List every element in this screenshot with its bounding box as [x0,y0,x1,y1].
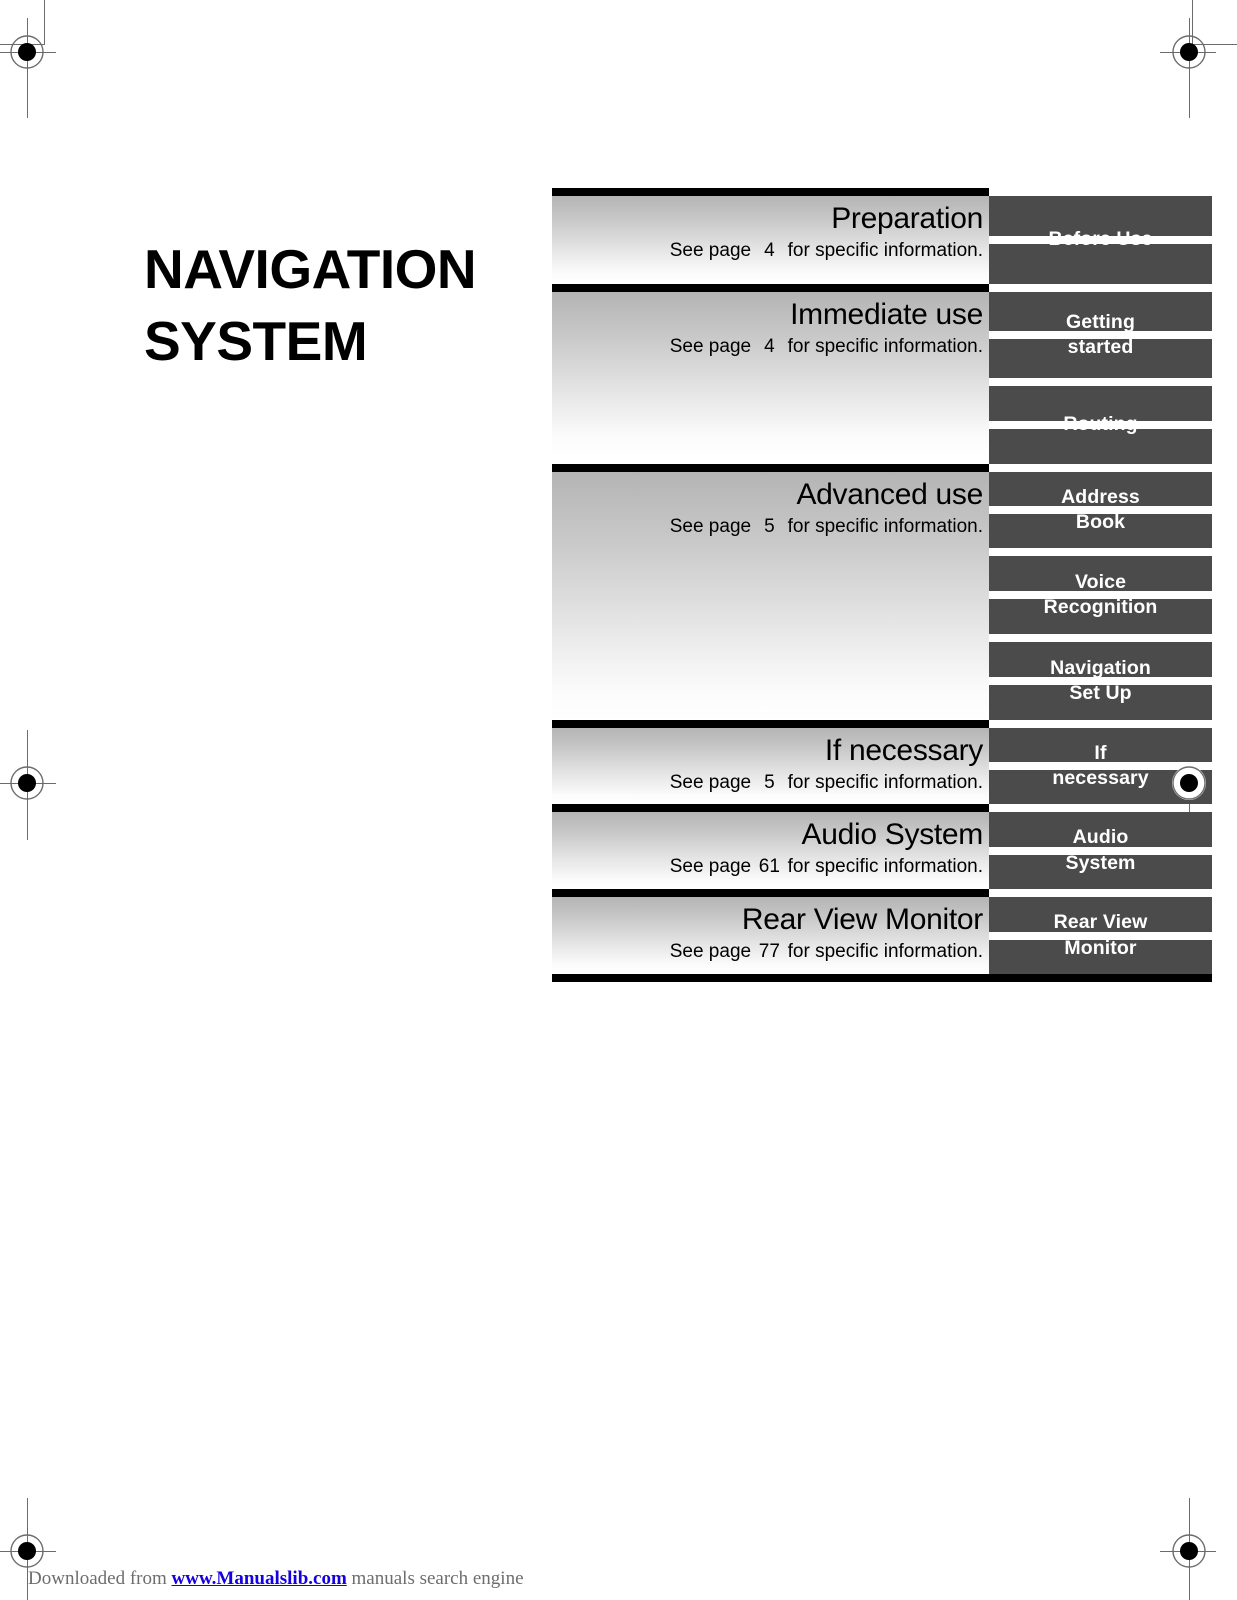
see-page-suffix: for specific information. [787,239,983,261]
tab-column: Before Use [989,196,1212,284]
tab-getting-started[interactable]: Getting started [989,292,1212,378]
page-title: NAVIGATION SYSTEM [144,237,477,373]
see-page-prefix: See page [669,771,752,793]
see-page-suffix: for specific information. [787,855,983,877]
see-page-prefix: See page [669,239,752,261]
section-title: Audio System [801,818,984,851]
see-page-suffix: for specific information. [787,940,983,962]
section-block-audio-system[interactable]: Audio System See page 61 for specific in… [552,804,989,889]
see-page-suffix: for specific information. [787,335,983,357]
tab-column: Address Book Voice Recognition Navigatio… [989,472,1212,720]
tab-audio-system[interactable]: Audio System [989,812,1212,889]
registration-mark-top-right [1172,35,1206,69]
see-page-prefix: See page [669,855,752,877]
tab-rear-view-monitor[interactable]: Rear View Monitor [989,897,1212,974]
section-block-preparation[interactable]: Preparation See page 4 for specific info… [552,188,989,284]
section-page-reference: See page 5 for specific information. [552,771,983,796]
manualslib-link[interactable]: www.Manualslib.com [172,1568,347,1589]
tab-navigation-set-up[interactable]: Navigation Set Up [989,642,1212,720]
tab-column: Audio System [989,812,1212,889]
map-bottom-rule [552,974,1212,982]
tab-column: Getting started Routing [989,292,1212,464]
tab-column: Rear View Monitor [989,897,1212,974]
see-page-suffix: for specific information. [787,771,983,793]
map-row-if-necessary: If necessary See page 5 for specific inf… [552,720,1212,804]
page-number: 4 [764,335,775,357]
section-column: If necessary See page 5 for specific inf… [552,720,989,804]
section-block-advanced-use[interactable]: Advanced use See page 5 for specific inf… [552,464,989,720]
see-page-prefix: See page [669,335,752,357]
page-number: 5 [764,515,775,537]
section-block-if-necessary[interactable]: If necessary See page 5 for specific inf… [552,720,989,804]
footer-attribution: Downloaded from www.Manualslib.com manua… [28,1568,524,1590]
footer-suffix: manuals search engine [346,1568,524,1589]
section-page-reference: See page 4 for specific information. [552,335,983,360]
see-page-prefix: See page [669,515,752,537]
section-column: Rear View Monitor See page 77 for specif… [552,889,989,974]
see-page-suffix: for specific information. [787,515,983,537]
map-row-immediate-use: Immediate use See page 4 for specific in… [552,284,1212,464]
section-title: Rear View Monitor [741,903,983,936]
page-number: 61 [758,855,780,877]
section-column: Immediate use See page 4 for specific in… [552,284,989,464]
section-block-rear-view-monitor[interactable]: Rear View Monitor See page 77 for specif… [552,889,989,974]
section-block-immediate-use[interactable]: Immediate use See page 4 for specific in… [552,284,989,456]
registration-mark-middle-left [10,766,44,800]
section-column: Advanced use See page 5 for specific inf… [552,464,989,720]
map-row-audio-system: Audio System See page 61 for specific in… [552,804,1212,889]
section-column: Audio System See page 61 for specific in… [552,804,989,889]
page-number: 4 [764,239,775,261]
section-page-reference: See page 5 for specific information. [552,515,983,540]
tab-routing[interactable]: Routing [989,386,1212,464]
registration-mark-top-left [10,35,44,69]
see-page-prefix: See page [669,940,752,962]
page-number: 77 [758,940,780,962]
map-row-rear-view-monitor: Rear View Monitor See page 77 for specif… [552,889,1212,974]
section-title: Immediate use [790,298,983,331]
page-number: 5 [764,771,775,793]
section-page-reference: See page 61 for specific information. [552,855,983,880]
section-title: Preparation [831,202,983,235]
tab-before-use[interactable]: Before Use [989,196,1212,284]
section-page-reference: See page 4 for specific information. [552,239,983,264]
map-row-preparation: Preparation See page 4 for specific info… [552,188,1212,284]
section-page-reference: See page 77 for specific information. [552,940,983,965]
section-column: Preparation See page 4 for specific info… [552,188,989,284]
navigation-section-map: Preparation See page 4 for specific info… [552,188,1212,982]
section-title: If necessary [824,734,983,767]
tab-voice-recognition[interactable]: Voice Recognition [989,556,1212,634]
footer-prefix: Downloaded from [28,1568,172,1589]
section-title: Advanced use [796,478,983,511]
map-row-advanced-use: Advanced use See page 5 for specific inf… [552,464,1212,720]
registration-mark-bottom-right [1172,1534,1206,1568]
tab-address-book[interactable]: Address Book [989,472,1212,548]
registration-mark-middle-right [1172,766,1206,800]
